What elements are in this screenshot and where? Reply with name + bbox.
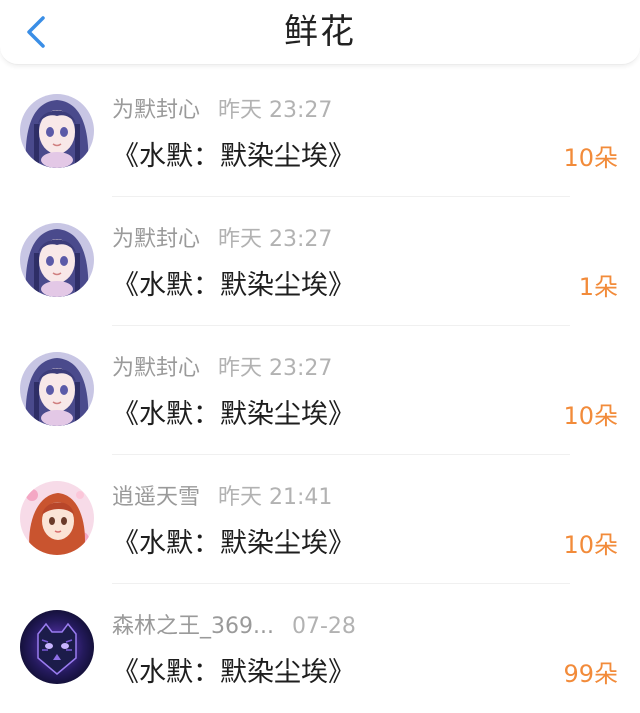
meta-line: 为默封心 昨天 23:27 (112, 221, 332, 253)
list-item[interactable]: 逍遥天雪 昨天 21:41 《水默：默染尘埃》 10朵 (0, 455, 640, 584)
list-item[interactable]: 为默封心 昨天 23:27 《水默：默染尘埃》 10朵 (0, 68, 640, 197)
flower-count: 10朵 (563, 402, 618, 430)
timestamp: 昨天 23:27 (218, 356, 333, 381)
meta-line: 为默封心 昨天 23:27 (112, 92, 332, 124)
anime-girl-avatar-image (20, 352, 94, 426)
flower-count: 10朵 (563, 531, 618, 559)
list-item[interactable]: 为默封心 昨天 23:27 《水默：默染尘埃》 10朵 (0, 326, 640, 455)
meta-line: 森林之王_369... 07-28 (112, 608, 356, 640)
avatar[interactable] (20, 94, 94, 168)
book-title[interactable]: 《水默：默染尘埃》 (112, 392, 355, 431)
timestamp: 昨天 21:41 (218, 485, 333, 510)
avatar[interactable] (20, 352, 94, 426)
timestamp: 昨天 23:27 (218, 227, 333, 252)
flower-count: 10朵 (563, 144, 618, 172)
avatar[interactable] (20, 481, 94, 555)
list-item[interactable]: 为默封心 昨天 23:27 《水默：默染尘埃》 1朵 (0, 197, 640, 326)
flower-list: 为默封心 昨天 23:27 《水默：默染尘埃》 10朵 为默封心 昨天 23:27 (0, 68, 640, 713)
timestamp: 07-28 (291, 614, 356, 639)
list-item[interactable]: 森林之王_369... 07-28 《水默：默染尘埃》 99朵 (0, 584, 640, 713)
avatar[interactable] (20, 223, 94, 297)
anime-girl-avatar-image (20, 94, 94, 168)
book-title[interactable]: 《水默：默染尘埃》 (112, 650, 355, 689)
flower-count: 99朵 (563, 660, 618, 688)
tiger-avatar-image (20, 610, 94, 684)
timestamp: 昨天 23:27 (218, 98, 333, 123)
book-title[interactable]: 《水默：默染尘埃》 (112, 521, 355, 560)
flower-count: 1朵 (578, 273, 618, 301)
page-title: 鲜花 (284, 12, 356, 52)
meta-line: 逍遥天雪 昨天 21:41 (112, 479, 332, 511)
book-title[interactable]: 《水默：默染尘埃》 (112, 134, 355, 173)
avatar[interactable] (20, 610, 94, 684)
user-name[interactable]: 逍遥天雪 (112, 485, 200, 510)
meta-line: 为默封心 昨天 23:27 (112, 350, 332, 382)
anime-redhead-avatar-image (20, 481, 94, 555)
user-name[interactable]: 森林之王_369... (112, 614, 274, 639)
user-name[interactable]: 为默封心 (112, 356, 200, 381)
book-title[interactable]: 《水默：默染尘埃》 (112, 263, 355, 302)
user-name[interactable]: 为默封心 (112, 227, 200, 252)
top-bar: 鲜花 (0, 0, 640, 65)
anime-girl-avatar-image (20, 223, 94, 297)
user-name[interactable]: 为默封心 (112, 98, 200, 123)
